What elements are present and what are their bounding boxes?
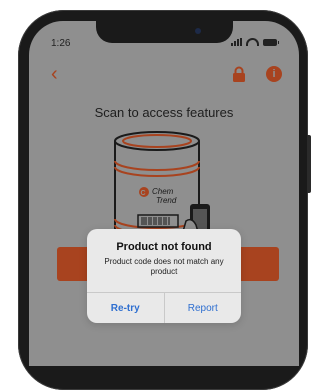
notch	[96, 21, 233, 43]
page-title: Scan to access features	[94, 105, 234, 120]
dialog-buttons: Re-try Report	[87, 292, 241, 323]
wifi-icon	[246, 38, 259, 46]
info-icon[interactable]: i	[266, 66, 282, 82]
dialog-message: Product code does not match any product	[104, 257, 224, 276]
drum-brand-trend: Trend	[156, 196, 177, 205]
dialog-title: Product not found	[116, 241, 212, 253]
app-screen: 1:26 ‹ i Scan to access features C Chem …	[29, 21, 299, 366]
report-button[interactable]: Report	[165, 293, 242, 323]
status-icons	[231, 38, 279, 46]
status-time: 1:26	[51, 38, 71, 49]
alert-dialog: Product not found Product code does not …	[87, 229, 241, 323]
back-icon[interactable]: ‹	[51, 64, 58, 84]
battery-icon	[263, 38, 279, 46]
retry-button[interactable]: Re-try	[87, 293, 165, 323]
signal-icon	[231, 38, 242, 46]
lock-icon[interactable]	[232, 66, 246, 82]
drum-brand-chem: Chem	[152, 187, 174, 196]
camera-icon	[195, 28, 201, 34]
svg-text:C: C	[141, 190, 146, 197]
phone-side-button	[307, 135, 311, 193]
